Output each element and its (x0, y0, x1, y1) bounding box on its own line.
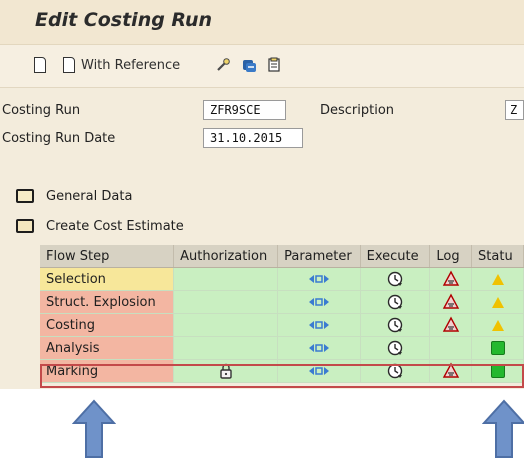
parameter-cell[interactable] (277, 313, 361, 337)
authorization-cell[interactable] (173, 359, 279, 383)
general-data-label: General Data (46, 189, 133, 204)
authorization-cell (173, 267, 279, 291)
table-row[interactable]: Marking (40, 359, 524, 383)
green-square-icon (490, 341, 505, 355)
authorization-cell (173, 313, 279, 337)
col-flow-step: Flow Step (40, 245, 175, 268)
status-cell (471, 290, 524, 314)
lock-icon (219, 363, 232, 379)
col-execute: Execute (360, 245, 431, 268)
with-reference-label: With Reference (81, 57, 181, 73)
warning-triangle-icon (491, 296, 504, 308)
status-cell (471, 313, 524, 337)
title-bar: Edit Costing Run (0, 0, 524, 45)
flow-step-cell: Selection (40, 267, 175, 291)
sap-window: Edit Costing Run With Reference Costing … (0, 0, 524, 389)
col-log: Log (429, 245, 473, 268)
status-cell (471, 267, 524, 291)
execute-icon (387, 317, 403, 333)
log-cell[interactable] (429, 267, 473, 291)
log-cell[interactable] (429, 290, 473, 314)
document-icon (63, 57, 75, 73)
table-row[interactable]: Struct. Explosion (40, 290, 524, 314)
flow-step-cell: Analysis (40, 336, 175, 360)
clipboard-icon (268, 57, 280, 72)
wrench-icon (217, 58, 230, 71)
log-icon (442, 293, 459, 309)
up-arrow-icon (482, 399, 524, 458)
new-button[interactable] (34, 55, 46, 75)
flow-step-cell: Struct. Explosion (40, 290, 175, 314)
col-authorization: Authorization (173, 245, 279, 268)
copy-button[interactable] (241, 55, 257, 75)
general-data-section[interactable]: General Data (0, 184, 524, 210)
parameter-cell[interactable] (277, 290, 361, 314)
parameter-cell[interactable] (277, 267, 361, 291)
table-row[interactable]: Selection (40, 267, 524, 291)
flow-step-cell: Marking (40, 359, 175, 383)
clipboard-button[interactable] (266, 55, 282, 75)
toolbar: With Reference (0, 45, 524, 88)
costing-run-label: Costing Run (2, 103, 81, 118)
up-arrow-icon (72, 399, 116, 458)
warning-triangle-icon (491, 319, 504, 331)
execute-cell[interactable] (360, 336, 431, 360)
execute-icon (387, 271, 403, 287)
log-icon (442, 316, 459, 332)
log-icon (442, 362, 459, 378)
col-parameter: Parameter (277, 245, 361, 268)
left-arrow (72, 399, 116, 459)
with-reference-button[interactable]: With Reference (63, 55, 180, 75)
costing-run-date-field[interactable]: 31.10.2015 (203, 128, 303, 148)
document-icon (34, 57, 46, 73)
status-cell (471, 359, 524, 383)
table-header-row: Flow Step Authorization Parameter Execut… (40, 245, 524, 268)
parameter-icon (308, 344, 329, 352)
green-square-icon (490, 364, 505, 378)
copy-icon (243, 60, 256, 72)
folder-open-icon (16, 219, 34, 233)
execute-icon (387, 340, 403, 356)
parameter-icon (308, 367, 329, 375)
execute-cell[interactable] (360, 359, 431, 383)
execute-icon (387, 294, 403, 310)
right-arrow (482, 399, 524, 459)
log-cell[interactable] (429, 313, 473, 337)
flow-step-cell: Costing (40, 313, 175, 337)
execute-cell[interactable] (360, 290, 431, 314)
warning-triangle-icon (491, 273, 504, 285)
costing-run-date-label: Costing Run Date (2, 131, 116, 146)
description-label: Description (320, 103, 395, 118)
create-cost-estimate-label: Create Cost Estimate (46, 219, 184, 234)
table-row[interactable]: Analysis (40, 336, 524, 360)
parameter-cell[interactable] (277, 359, 361, 383)
log-cell (429, 336, 473, 360)
costing-run-field[interactable]: ZFR9SCE (203, 100, 286, 120)
parameter-icon (308, 275, 329, 283)
authorization-cell (173, 336, 279, 360)
flow-steps-table: Flow Step Authorization Parameter Execut… (40, 245, 524, 383)
execute-cell[interactable] (360, 313, 431, 337)
parameter-cell[interactable] (277, 336, 361, 360)
costing-run-form: Costing Run ZFR9SCE Description Z Costin… (0, 95, 524, 150)
col-status: Statu (471, 245, 524, 268)
description-field[interactable]: Z (505, 100, 524, 120)
log-cell[interactable] (429, 359, 473, 383)
wrench-button[interactable] (215, 55, 231, 75)
create-cost-estimate-section[interactable]: Create Cost Estimate (0, 214, 524, 240)
parameter-icon (308, 321, 329, 329)
parameter-icon (308, 298, 329, 306)
log-icon (442, 270, 459, 286)
status-cell (471, 336, 524, 360)
window-title: Edit Costing Run (35, 9, 213, 31)
execute-icon (387, 363, 403, 379)
table-row[interactable]: Costing (40, 313, 524, 337)
authorization-cell (173, 290, 279, 314)
execute-cell[interactable] (360, 267, 431, 291)
folder-icon (16, 189, 34, 203)
